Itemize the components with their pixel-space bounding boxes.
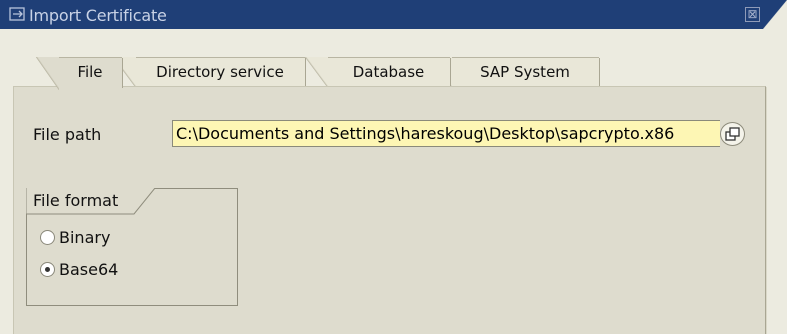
radio-unchecked-icon (40, 230, 55, 245)
radio-binary[interactable]: Binary (40, 228, 160, 248)
left-margin (0, 86, 13, 334)
file-path-value: C:\Documents and Settings\hareskoug\Desk… (176, 124, 675, 143)
value-help-button[interactable] (720, 122, 745, 146)
file-path-input[interactable]: C:\Documents and Settings\hareskoug\Desk… (172, 120, 720, 147)
radio-base64[interactable]: Base64 (40, 260, 160, 280)
file-path-label: File path (33, 125, 102, 144)
tab-database[interactable]: Database (305, 57, 451, 88)
file-format-title: File format (33, 191, 119, 210)
window-title: Import Certificate (29, 6, 167, 25)
tab-label: Directory service (156, 63, 284, 81)
possible-entries-icon (725, 127, 740, 141)
radio-label: Base64 (59, 260, 119, 279)
file-format-group-title: File format (26, 188, 156, 215)
title-corner (763, 0, 787, 29)
tab-label: File (77, 63, 103, 81)
import-icon (9, 7, 25, 21)
right-margin (767, 86, 787, 334)
tab-label: Database (352, 63, 425, 81)
tab-directory-service[interactable]: Directory service (113, 57, 306, 88)
tab-label: SAP System (480, 63, 570, 81)
tab-sap-system[interactable]: SAP System (429, 57, 600, 88)
close-button[interactable]: ⊠ (745, 7, 760, 22)
tab-file[interactable]: File (36, 57, 123, 90)
radio-label: Binary (59, 228, 111, 247)
radio-checked-icon (40, 262, 55, 277)
title-bar: Import Certificate ⊠ (0, 0, 787, 29)
